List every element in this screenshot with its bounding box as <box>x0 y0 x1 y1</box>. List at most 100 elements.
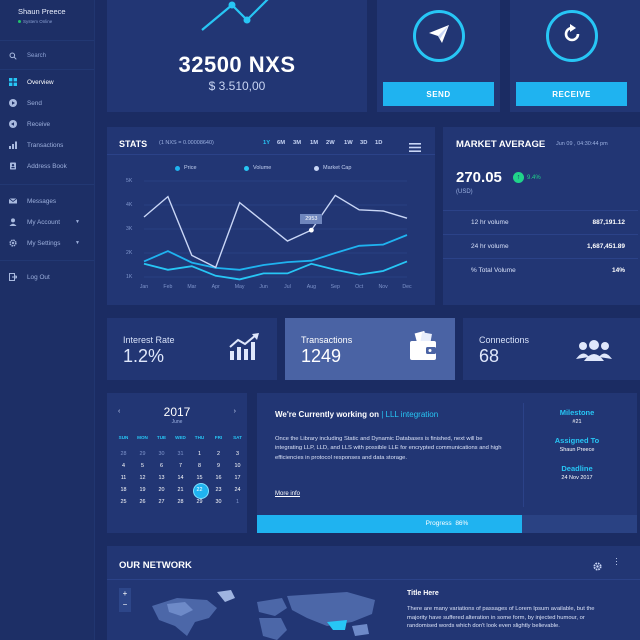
card-value: 68 <box>479 346 500 366</box>
calendar-panel: ‹ › 2017 June SUN MON TUE WED THU FRI SAT 28 29 3… <box>107 393 247 533</box>
more-info-link[interactable]: More info <box>275 491 300 497</box>
calendar-day[interactable]: 10 <box>227 460 248 472</box>
progress-bar: Progress 86% <box>257 515 637 533</box>
calendar-day[interactable]: 2 <box>208 448 229 460</box>
calendar-day[interactable]: 22 <box>189 483 210 499</box>
calendar-day-header: SAT <box>233 435 242 440</box>
calendar-day[interactable]: 28 <box>113 448 134 460</box>
user-profile[interactable]: Shaun Preece System Online <box>0 0 94 40</box>
receive-button[interactable]: RECEIVE <box>516 82 627 106</box>
zoom-in-button[interactable]: + <box>119 588 131 600</box>
sidebar-item-label: Transactions <box>27 141 64 149</box>
market-date: Jun 09 , 04:30:44 pm <box>556 141 608 147</box>
interest-rate-card: Interest Rate 1.2% <box>107 318 277 380</box>
calendar-day[interactable]: 29 <box>132 448 153 460</box>
market-row: 24 hr volume 1,687,451.89 <box>443 234 638 258</box>
x-tick-label: Mar <box>187 284 197 290</box>
market-row-value: 14% <box>611 267 625 274</box>
project-title-prefix: We're Currently working on <box>275 410 379 419</box>
calendar-day[interactable]: 11 <box>113 472 134 484</box>
receive-circle-icon <box>9 120 17 128</box>
calendar-day[interactable]: 12 <box>132 472 153 484</box>
wallet-icon <box>409 330 437 366</box>
market-change: ↑ 9.4% <box>513 172 541 183</box>
calendar-day[interactable]: 24 <box>227 484 248 496</box>
grid-icon <box>9 78 17 86</box>
sidebar-item-label: Address Book <box>27 162 67 170</box>
network-title: OUR NETWORK <box>119 560 192 571</box>
refresh-icon <box>561 23 583 50</box>
sidebar-item-my-account[interactable]: My Account ▼ <box>0 213 94 231</box>
calendar-year: 2017 <box>163 405 191 419</box>
calendar-day[interactable]: 1 <box>227 496 248 508</box>
envelope-icon <box>9 197 17 205</box>
y-tick-label: 1K <box>126 274 133 280</box>
balance-panel: 32500 NXS $ 3.510,00 <box>107 0 367 112</box>
calendar-day[interactable]: 18 <box>113 484 134 496</box>
send-panel: SEND <box>377 0 500 112</box>
search-input[interactable]: Search <box>0 45 94 67</box>
x-tick-label: Dec <box>402 284 412 290</box>
card-label: Connections <box>479 335 530 345</box>
assigned-label: Assigned To <box>554 436 600 445</box>
x-tick-label: Nov <box>378 284 388 290</box>
x-tick-label: Feb <box>163 284 173 290</box>
send-icon-button[interactable] <box>413 10 465 62</box>
sidebar-item-send[interactable]: Send <box>0 94 94 112</box>
calendar-day[interactable]: 30 <box>151 448 172 460</box>
sidebar-item-receive[interactable]: Receive <box>0 115 94 133</box>
tooltip-point[interactable] <box>308 227 314 233</box>
sidebar-item-my-settings[interactable]: My Settings ▼ <box>0 234 94 252</box>
sidebar-item-transactions[interactable]: Transactions <box>0 136 94 154</box>
calendar-day[interactable]: 16 <box>208 472 229 484</box>
calendar-day[interactable]: 6 <box>151 460 172 472</box>
project-description: Once the Library including Static and Dy… <box>275 436 502 461</box>
calendar-day-header: SUN <box>118 435 129 440</box>
calendar-day[interactable]: 31 <box>170 448 191 460</box>
sidebar-item-address-book[interactable]: Address Book <box>0 157 94 175</box>
calendar-day[interactable]: 3 <box>227 448 248 460</box>
search-icon <box>9 52 17 60</box>
calendar-day[interactable]: 29 <box>189 496 210 508</box>
more-vertical-icon[interactable]: · · · <box>615 554 618 569</box>
calendar-day[interactable]: 26 <box>132 496 153 508</box>
calendar-day[interactable]: 20 <box>151 484 172 496</box>
calendar-day[interactable]: 8 <box>189 460 210 472</box>
sidebar-item-log-out[interactable]: Log Out <box>0 268 94 286</box>
calendar-day[interactable]: 5 <box>132 460 153 472</box>
gear-icon[interactable] <box>593 558 602 576</box>
calendar-day[interactable]: 1 <box>189 448 210 460</box>
calendar-day[interactable]: 21 <box>170 484 191 496</box>
send-button[interactable]: SEND <box>383 82 494 106</box>
calendar-day[interactable]: 14 <box>170 472 191 484</box>
y-tick-label: 4K <box>126 202 133 208</box>
receive-icon-button[interactable] <box>546 10 598 62</box>
calendar-day[interactable]: 13 <box>151 472 172 484</box>
world-map[interactable] <box>147 586 387 640</box>
calendar-day[interactable]: 28 <box>170 496 191 508</box>
calendar-day[interactable]: 23 <box>208 484 229 496</box>
market-row-label: % Total Volume <box>471 267 516 274</box>
calendar-day[interactable]: 19 <box>132 484 153 496</box>
stats-panel: STATS (1 NXS = 0.00008640) 1Y 6M 3M 1M 2… <box>107 127 435 305</box>
sidebar-item-messages[interactable]: Messages <box>0 192 94 210</box>
progress-text: Progress 86% <box>257 520 637 527</box>
calendar-day[interactable]: 30 <box>208 496 229 508</box>
calendar-day[interactable]: 27 <box>151 496 172 508</box>
calendar-day[interactable]: 17 <box>227 472 248 484</box>
calendar-day[interactable]: 7 <box>170 460 191 472</box>
calendar-day[interactable]: 4 <box>113 460 134 472</box>
play-circle-icon <box>9 99 17 107</box>
series-line-market-cap <box>143 194 408 269</box>
zoom-out-button[interactable]: − <box>119 600 131 612</box>
status-dot-icon <box>18 20 21 23</box>
market-row-label: 12 hr volume <box>471 219 509 226</box>
card-value: 1249 <box>301 346 342 366</box>
card-value: 1.2% <box>123 346 165 366</box>
growth-chart-icon <box>228 333 260 366</box>
sidebar-item-overview[interactable]: Overview <box>0 73 94 91</box>
progress-label: Progress <box>425 520 452 527</box>
calendar-day[interactable]: 25 <box>113 496 134 508</box>
y-tick-label: 5K <box>126 178 133 184</box>
calendar-day[interactable]: 9 <box>208 460 229 472</box>
